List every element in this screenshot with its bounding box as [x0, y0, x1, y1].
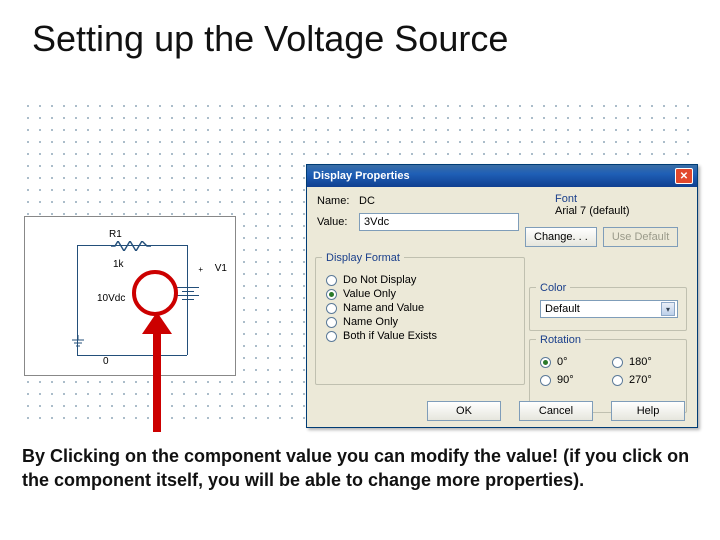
ground-icon [71, 335, 85, 352]
dialog-titlebar[interactable]: Display Properties ✕ [307, 165, 697, 187]
display-format-option[interactable]: Name and Value [326, 302, 514, 314]
display-format-option[interactable]: Do Not Display [326, 274, 514, 286]
value-label: Value: [317, 216, 359, 228]
rotation-legend: Rotation [536, 334, 585, 346]
cancel-button[interactable]: Cancel [519, 401, 593, 421]
rotation-option[interactable]: 270° [612, 374, 676, 386]
color-select-value: Default [545, 303, 580, 315]
ok-button[interactable]: OK [427, 401, 501, 421]
color-legend: Color [536, 282, 570, 294]
resistor-name-label: R1 [109, 229, 122, 240]
font-current: Arial 7 (default) [555, 205, 685, 217]
display-format-option[interactable]: Both if Value Exists [326, 330, 514, 342]
voltage-source-name-label: V1 [215, 263, 227, 274]
name-value: DC [359, 195, 375, 207]
change-font-button[interactable]: Change. . . [525, 227, 597, 247]
resistor-value-label: 1k [113, 259, 124, 270]
display-format-option[interactable]: Value Only [326, 288, 514, 300]
annotation-circle [132, 270, 178, 316]
schematic-panel: R1 1k + V1 10Vdc 0 [24, 216, 236, 376]
color-select[interactable]: Default ▾ [540, 300, 678, 318]
display-properties-dialog: Display Properties ✕ Name: DC Value: Fon… [306, 164, 698, 428]
value-input[interactable] [359, 213, 519, 231]
font-heading: Font [555, 193, 685, 205]
help-button[interactable]: Help [611, 401, 685, 421]
display-format-option[interactable]: Name Only [326, 316, 514, 328]
caption-text: By Clicking on the component value you c… [22, 444, 698, 493]
use-default-font-button: Use Default [603, 227, 678, 247]
ground-label: 0 [103, 356, 109, 367]
rotation-option[interactable]: 90° [540, 374, 604, 386]
rotation-option[interactable]: 180° [612, 356, 676, 368]
name-label: Name: [317, 195, 359, 207]
color-fieldset: Color Default ▾ [529, 287, 687, 331]
close-icon[interactable]: ✕ [675, 168, 693, 184]
chevron-down-icon: ▾ [661, 302, 675, 316]
page-title: Setting up the Voltage Source [32, 18, 508, 60]
rotation-option[interactable]: 0° [540, 356, 604, 368]
annotation-arrow [150, 312, 164, 432]
display-format-legend: Display Format [322, 252, 404, 264]
plus-symbol: + [198, 265, 203, 274]
display-format-fieldset: Display Format Do Not Display Value Only… [315, 257, 525, 385]
voltage-source-value-label[interactable]: 10Vdc [97, 293, 125, 304]
resistor-icon [111, 241, 151, 251]
dialog-title-text: Display Properties [313, 170, 410, 182]
voltage-source-icon[interactable] [177, 287, 199, 309]
